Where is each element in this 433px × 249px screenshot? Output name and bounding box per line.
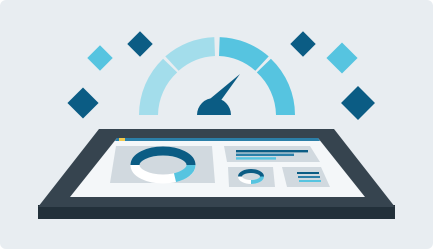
tablet-icon (38, 129, 395, 219)
screen-status-bar (115, 138, 320, 141)
tablet-edge (38, 205, 395, 219)
status-indicator (119, 138, 125, 141)
illustration-canvas (0, 0, 433, 249)
bar-list-icon (297, 172, 321, 182)
speed-dashboard-illustration (0, 0, 433, 249)
